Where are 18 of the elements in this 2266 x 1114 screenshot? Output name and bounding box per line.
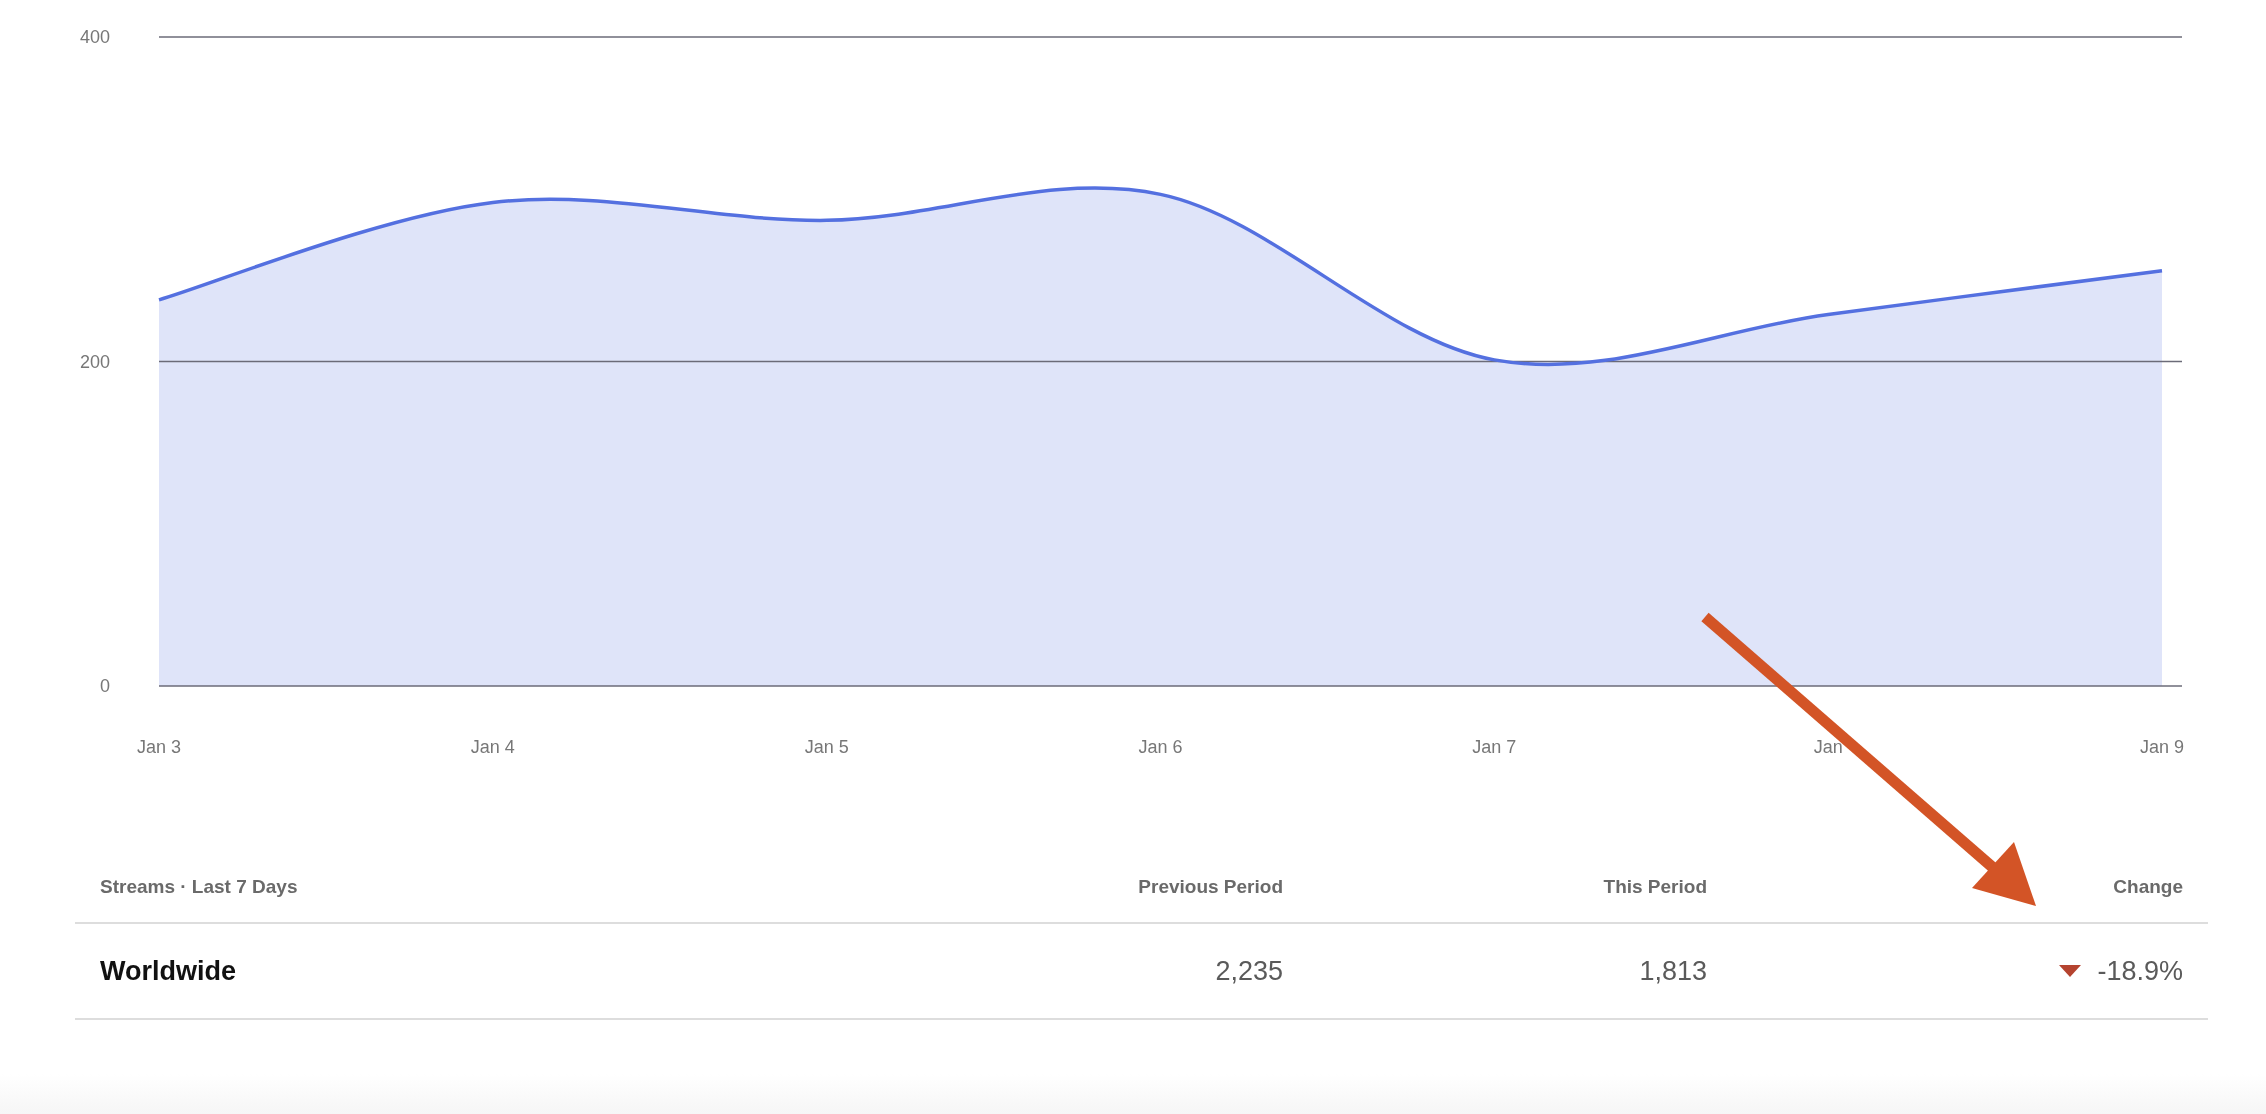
previous-value: 2,235 <box>1215 955 1283 987</box>
column-header: Previous Period <box>1138 876 1283 898</box>
x-axis-label: Jan 9 <box>2140 737 2184 757</box>
y-axis-label: 400 <box>79 27 110 47</box>
x-axis-label: Jan 5 <box>804 737 849 757</box>
column-header: Streams · Last 7 Days <box>100 876 298 898</box>
x-axis-label: Jan <box>1813 737 1843 757</box>
region-name: Worldwide <box>100 955 236 987</box>
change-value: -18.9% <box>2097 955 2183 987</box>
x-axis-label: Jan 4 <box>470 737 515 757</box>
y-axis-label: 0 <box>100 676 110 696</box>
column-header: Change <box>2113 876 2183 898</box>
x-axis-label: Jan 3 <box>137 737 181 757</box>
x-axis-label: Jan 6 <box>1138 737 1183 757</box>
x-axis-label: Jan 7 <box>1472 737 1517 757</box>
column-header: This Period <box>1603 876 1707 898</box>
current-value: 1,813 <box>1639 955 1707 987</box>
y-axis-label: 200 <box>79 351 110 372</box>
